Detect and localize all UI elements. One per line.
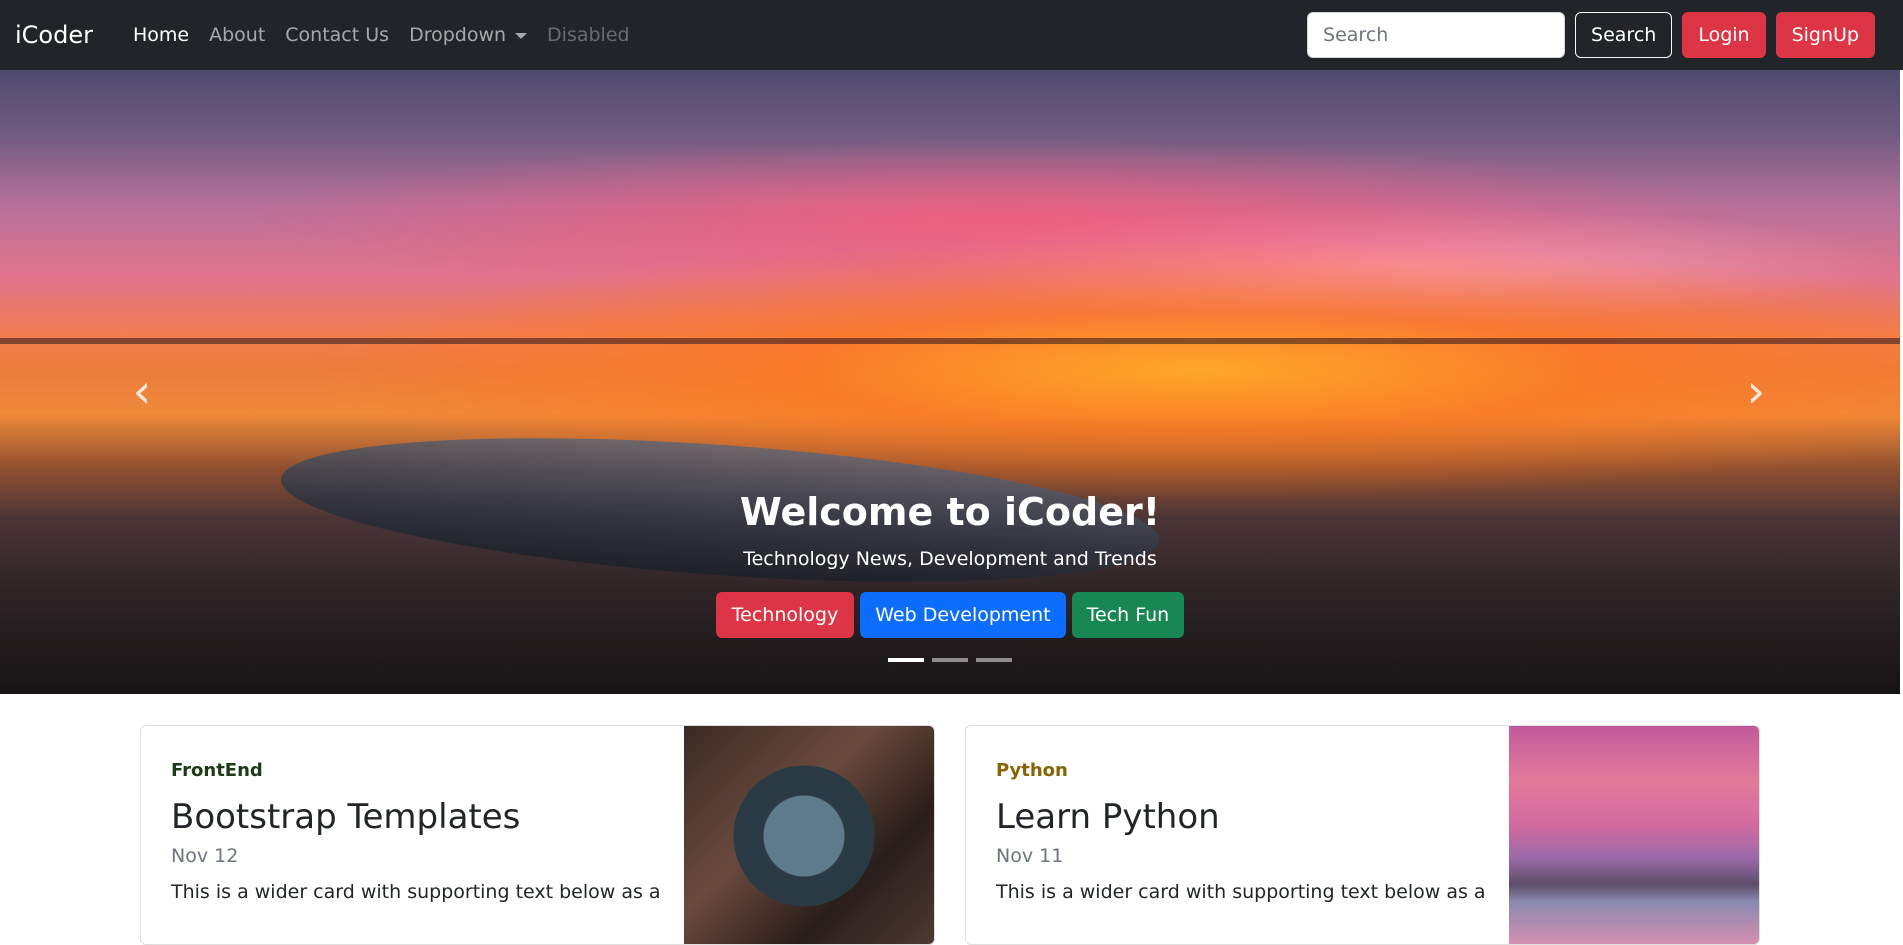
search-button[interactable]: Search: [1575, 12, 1673, 58]
card-category: Python: [996, 760, 1068, 781]
card-python: Python Learn Python Nov 11 This is a wid…: [965, 725, 1760, 945]
carousel-title: Welcome to iCoder!: [739, 490, 1161, 534]
card-row: FrontEnd Bootstrap Templates Nov 12 This…: [140, 725, 1760, 945]
technology-button[interactable]: Technology: [715, 592, 855, 638]
carousel-buttons: Technology Web Development Tech Fun: [0, 592, 1900, 638]
navbar-actions: Search Search Login SignUp: [1307, 12, 1875, 58]
card-title: Bootstrap Templates: [171, 797, 521, 837]
chevron-right-icon[interactable]: ›: [1740, 365, 1772, 417]
navbar: iCoder Home About Contact Us Dropdown Di…: [0, 0, 1903, 70]
nav-link-contact[interactable]: Contact Us: [275, 24, 399, 46]
carousel-indicator-3[interactable]: [976, 658, 1012, 662]
nav-dropdown-toggle[interactable]: Dropdown: [399, 24, 537, 46]
card-body: Python Learn Python Nov 11 This is a wid…: [996, 760, 1496, 903]
carousel-subtitle: Technology News, Development and Trends: [743, 548, 1157, 570]
search-input[interactable]: Search: [1307, 12, 1566, 58]
card-image-laptop: [684, 726, 934, 944]
brand-logo[interactable]: iCoder: [15, 21, 93, 49]
web-development-button[interactable]: Web Development: [860, 592, 1066, 638]
card-date: Nov 11: [996, 845, 1064, 867]
card-category: FrontEnd: [171, 760, 263, 781]
card-frontend: FrontEnd Bootstrap Templates Nov 12 This…: [140, 725, 935, 945]
nav-links: Home About Contact Us Dropdown Disabled: [123, 24, 640, 46]
hero-carousel: ‹ › Welcome to iCoder! Technology News, …: [0, 70, 1900, 694]
card-text: This is a wider card with supporting tex…: [996, 881, 1486, 903]
nav-link-home[interactable]: Home: [123, 24, 199, 46]
carousel-indicator-2[interactable]: [932, 658, 968, 662]
carousel-indicator-1[interactable]: [888, 658, 924, 662]
carousel-caption: Welcome to iCoder! Technology News, Deve…: [0, 490, 1900, 638]
card-date: Nov 12: [171, 845, 239, 867]
carousel-indicators: [0, 658, 1900, 662]
card-image-lake: [1509, 726, 1759, 944]
nav-link-about[interactable]: About: [199, 24, 275, 46]
nav-link-disabled: Disabled: [547, 24, 630, 46]
chevron-left-icon[interactable]: ‹: [126, 365, 158, 417]
nav-dropdown-label: Dropdown: [409, 24, 507, 46]
tech-fun-button[interactable]: Tech Fun: [1071, 592, 1185, 638]
login-button[interactable]: Login: [1682, 12, 1766, 58]
caret-down-icon: [515, 32, 528, 39]
card-text: This is a wider card with supporting tex…: [171, 881, 661, 903]
signup-button[interactable]: SignUp: [1775, 12, 1875, 58]
card-body: FrontEnd Bootstrap Templates Nov 12 This…: [171, 760, 671, 903]
card-title: Learn Python: [996, 797, 1220, 837]
carousel-image-horizon: [0, 338, 1900, 344]
